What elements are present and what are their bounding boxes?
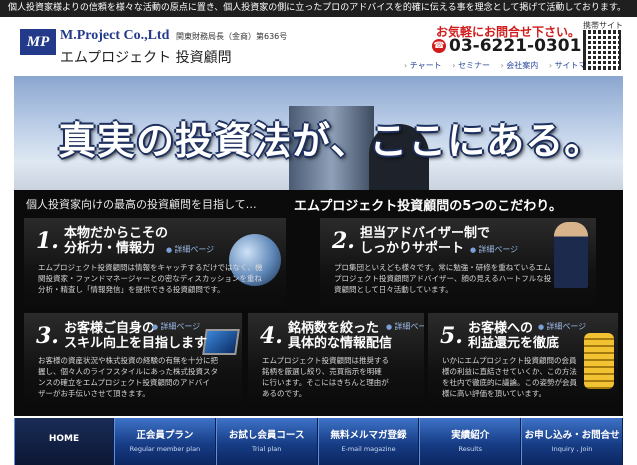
detail-link[interactable]: 詳細ページ: [386, 321, 424, 332]
hero-headline: 真実の投資法が、ここにある。: [58, 118, 604, 163]
nav-email-magazine[interactable]: 無料メルマガ登録 E-mail magazine: [317, 418, 420, 465]
nav-inquiry[interactable]: お申し込み・お問合せ Inquiry , Join: [521, 418, 623, 465]
nav-regular-plan[interactable]: 正会員プラン Regular member plan: [114, 418, 216, 465]
feature-number: 5.: [440, 323, 463, 349]
feature-number: 1.: [36, 228, 59, 254]
header-nav-seminar[interactable]: セミナー: [448, 61, 494, 70]
feature-desc: お客様の資産状況や株式投資の経験の有無を十分に把 握し、個々人のライフスタイルにあ…: [38, 356, 218, 398]
coins-icon: [584, 333, 614, 389]
feature-title: 本物だからこその 分析力・情報力: [64, 226, 169, 256]
feature-card-1[interactable]: 1. 本物だからこその分析力・情報力 詳細ページ エムプロジェクト投資顧問は情報…: [24, 218, 286, 312]
logo-mark[interactable]: MP: [20, 29, 56, 55]
feature-number: 4.: [260, 323, 283, 349]
feature-number: 3.: [36, 323, 59, 349]
phone-number[interactable]: ☎ 03-6221-0301: [432, 36, 581, 56]
nav-results[interactable]: 実績紹介 Results: [419, 418, 522, 465]
nav-home[interactable]: HOME: [14, 418, 114, 465]
nav-trial-plan[interactable]: お試し会員コース Trial plan: [215, 418, 318, 465]
detail-link[interactable]: 詳細ページ: [166, 244, 214, 255]
phone-icon: ☎: [432, 39, 446, 53]
feature-desc: プロ集団といえども様々です。常に勉強・研修を重ねているエム プロジェクト投資顧問ア…: [334, 263, 552, 294]
detail-link[interactable]: 詳細ページ: [152, 321, 200, 332]
company-name-en[interactable]: M.Project Co.,Ltd: [60, 28, 169, 44]
header-nav-company[interactable]: 会社案内: [497, 61, 543, 70]
hero-banner: 真実の投資法が、ここにある。: [14, 76, 623, 190]
laptop-icon: [202, 329, 240, 355]
intro-left: 個人投資家向けの最高の投資顧問を目指して…: [26, 198, 257, 211]
main-nav: HOME 正会員プラン Regular member plan お試し会員コース T…: [14, 418, 623, 465]
detail-link[interactable]: 詳細ページ: [538, 321, 586, 332]
feature-card-4[interactable]: 4. 銘柄数を絞った具体的な情報配信 詳細ページ エムプロジェクト投資顧問は推奨…: [248, 313, 424, 410]
feature-card-3[interactable]: 3. お客様ご自身のスキル向上を目指します 詳細ページ お客様の資産状況や株式投…: [24, 313, 242, 410]
advisor-photo: [554, 222, 588, 288]
header-nav-chart[interactable]: チャート: [400, 61, 446, 70]
feature-desc: いかにエムプロジェクト投資顧問の会員 様の利益に直結させていくか、この方法 を社内で…: [442, 356, 577, 398]
feature-desc: エムプロジェクト投資顧問は情報をキャッチするだけではなく、機 関投資家・ファンドマ…: [38, 263, 263, 294]
detail-link[interactable]: 詳細ページ: [470, 244, 518, 255]
feature-card-5[interactable]: 5. お客様への利益還元を徹底 詳細ページ いかにエムプロジェクト投資顧問の会員…: [428, 313, 618, 410]
qr-code[interactable]: [583, 30, 623, 70]
header-nav: チャート セミナー 会社案内 サイトマップ: [400, 60, 607, 71]
feature-title: 銘柄数を絞った 具体的な情報配信: [288, 321, 393, 351]
registration-number: 関東財務局長（金商）第636号: [176, 32, 288, 41]
site-header: MP M.Project Co.,Ltd 関東財務局長（金商）第636号 エムプ…: [0, 17, 637, 75]
feature-card-2[interactable]: 2. 担当アドバイザー制でしっかりサポート 詳細ページ プロ集団といえども様々で…: [320, 218, 596, 312]
feature-number: 2.: [332, 228, 355, 254]
feature-desc: エムプロジェクト投資顧問は推奨する 銘柄を厳選し絞り、売買指示を明確 に行います。そ…: [262, 356, 390, 398]
top-tagline: 個人投資家様よりの信頼を様々な活動の原点に置き、個人投資家の側に立ったプロのアド…: [0, 0, 637, 17]
company-name-jp[interactable]: エムプロジェクト 投資顧問: [60, 47, 232, 67]
phone-text: 03-6221-0301: [449, 36, 582, 56]
intro-right: エムプロジェクト投資顧問の5つのこだわり。: [294, 199, 563, 214]
